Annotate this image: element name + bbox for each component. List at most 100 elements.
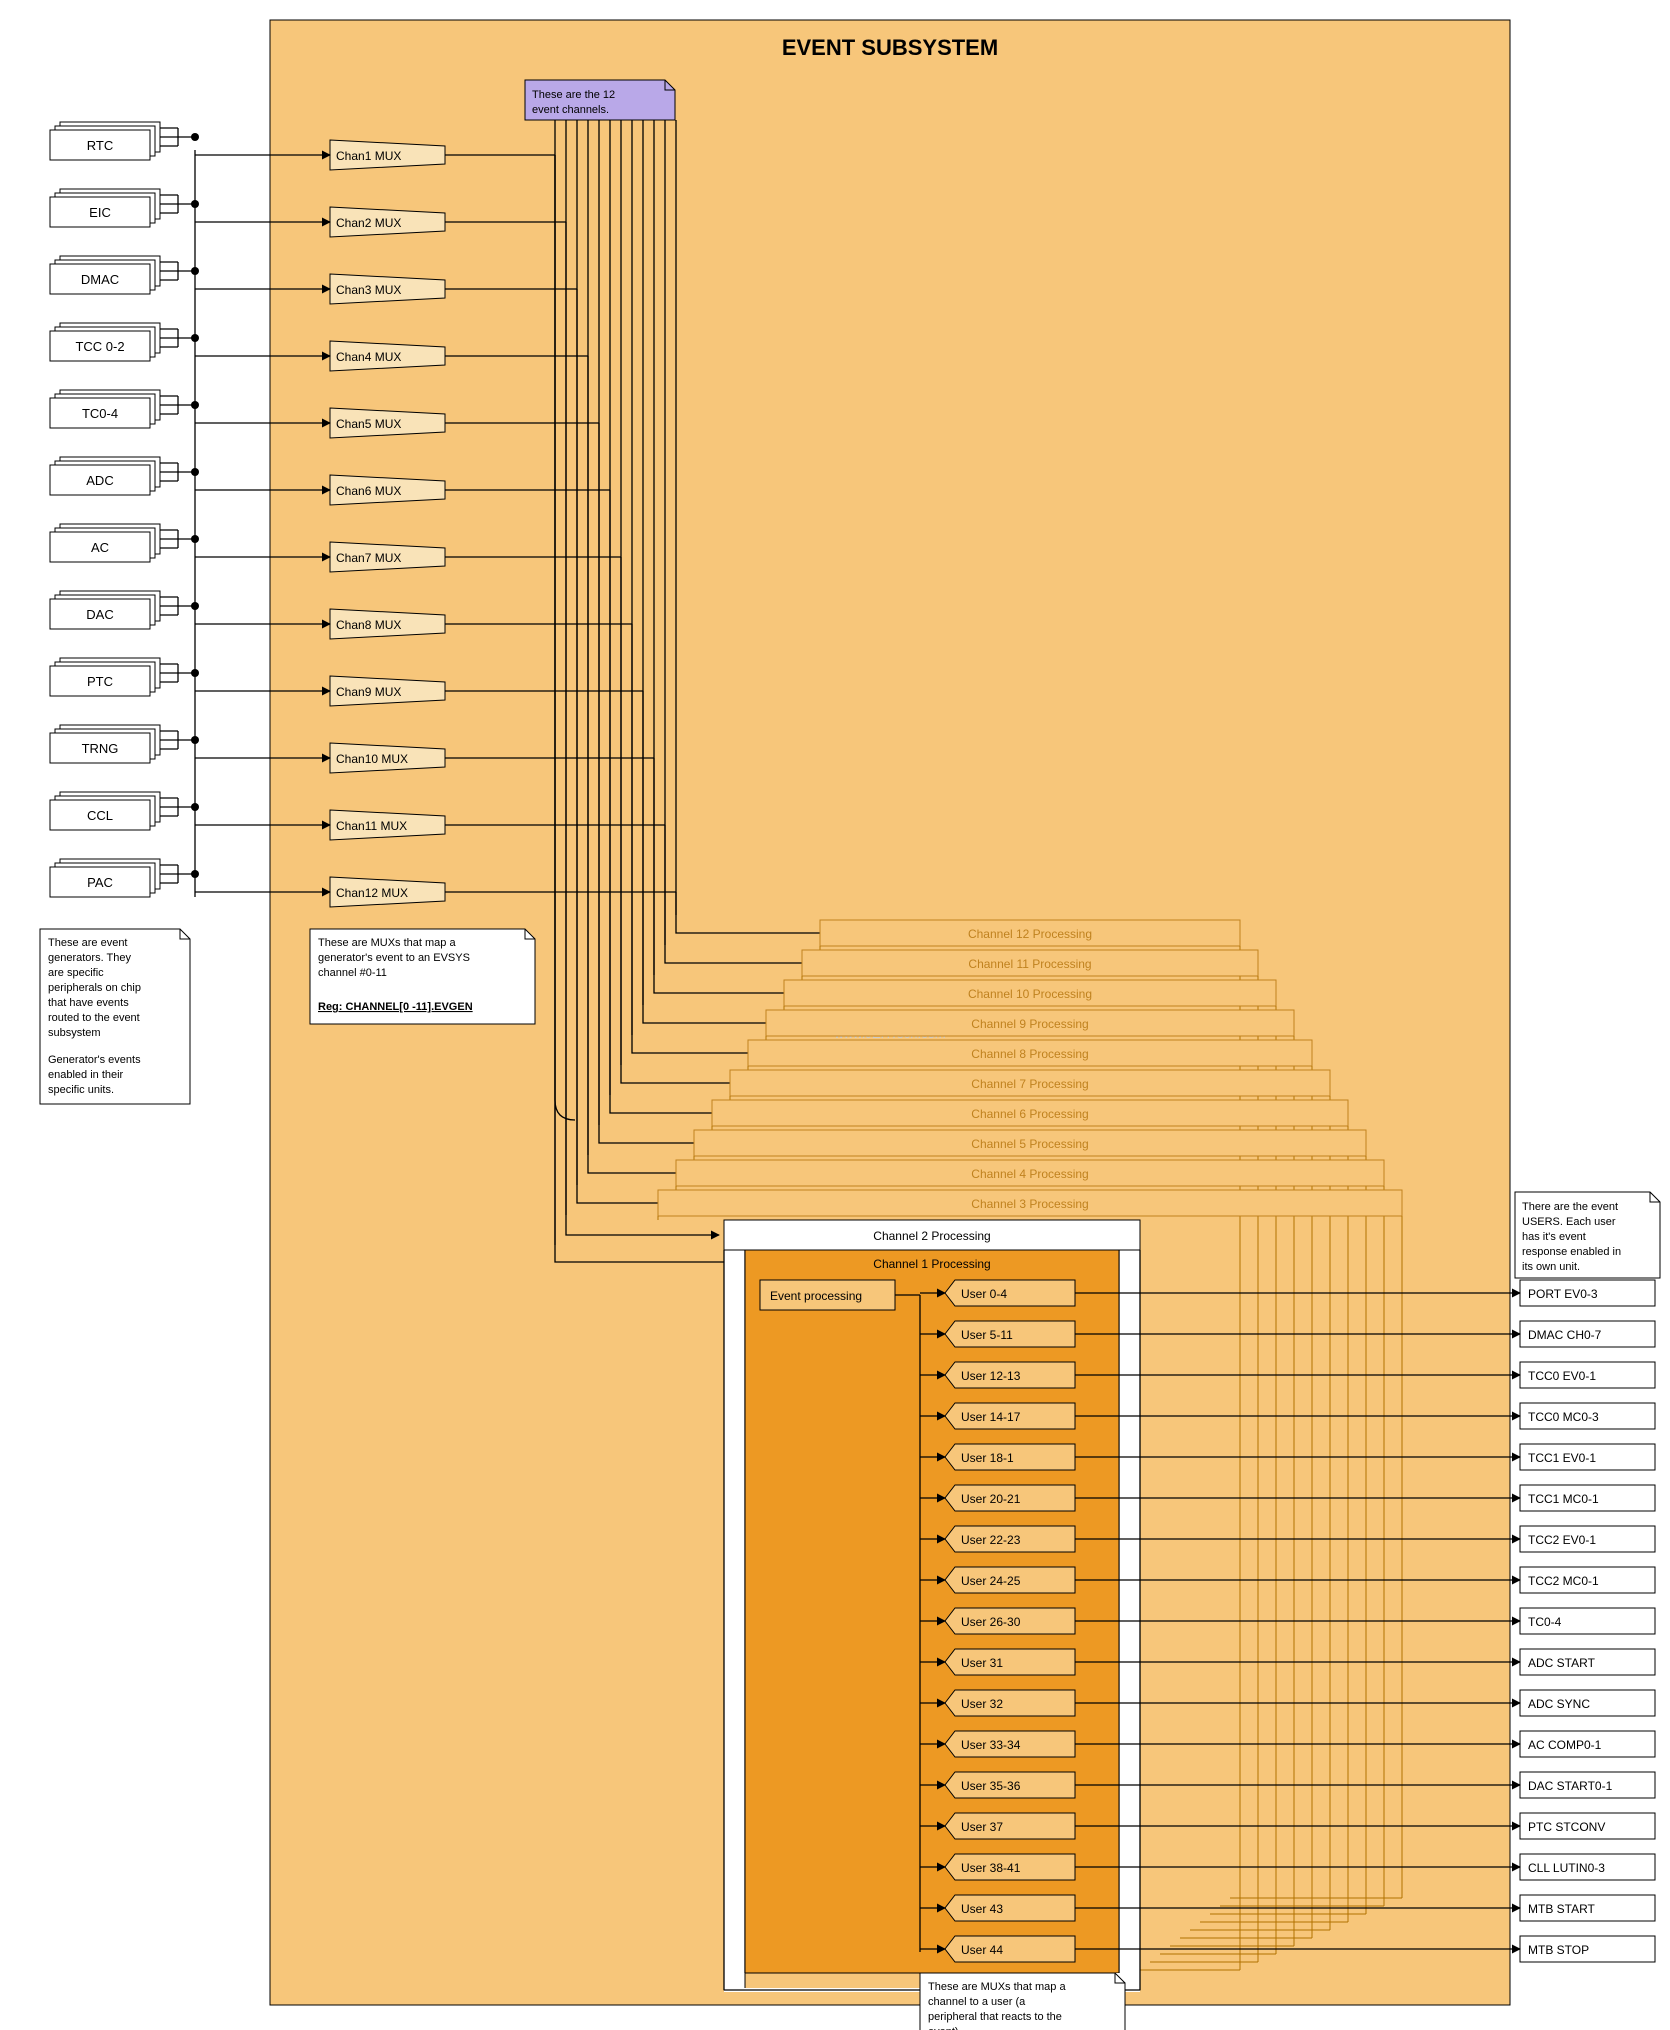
channel-processing-label: Channel 3 Processing [971,1197,1088,1211]
gen-note-l3: are specific [48,967,104,979]
generator-label: ADC [86,473,113,488]
generator-label: AC [91,540,109,555]
consumer-label: DMAC CH0-7 [1528,1328,1602,1342]
generator-label: PAC [87,875,113,890]
gen-note-l10: enabled in their [48,1069,124,1081]
mux-label: Chan4 MUX [336,350,401,364]
mux-note-l2: generator's event to an EVSYS [318,952,470,964]
usermux-note: These are MUXs that map a channel to a u… [920,1973,1125,2030]
mux-note: These are MUXs that map a generator's ev… [310,929,535,1024]
gen-note-l1: These are event [48,937,128,949]
user-label: User 31 [961,1656,1003,1670]
user-label: User 22-23 [961,1533,1021,1547]
user-label: User 43 [961,1902,1003,1916]
mux-label: Chan1 MUX [336,149,401,163]
users-note-l3: has it's event [1522,1231,1586,1243]
user-label: User 18-1 [961,1451,1014,1465]
user-label: User 35-36 [961,1779,1021,1793]
mux-label: Chan12 MUX [336,886,408,900]
gen-note-l2: generators. They [48,952,131,964]
generator-label: RTC [87,138,113,153]
mux-label: Chan2 MUX [336,216,401,230]
user-label: User 5-11 [961,1328,1013,1342]
generator-label: TRNG [82,741,119,756]
channel-processing-label: Channel 11 Processing [968,957,1091,971]
channel-processing-label: Channel 7 Processing [971,1077,1088,1091]
channel-processing-label: Channel 8 Processing [971,1047,1088,1061]
event-processing-label: Event processing [770,1289,862,1303]
consumer-label: ADC SYNC [1528,1697,1590,1711]
channels-note: These are the 12 event channels. [525,80,675,120]
user-label: User 14-17 [961,1410,1021,1424]
umux-note-l1: These are MUXs that map a [928,1981,1066,1993]
generator-label: TCC 0-2 [75,339,124,354]
user-label: User 12-13 [961,1369,1021,1383]
user-label: User 32 [961,1697,1003,1711]
user-label: User 24-25 [961,1574,1021,1588]
user-label: User 26-30 [961,1615,1021,1629]
consumer-label: MTB START [1528,1902,1596,1916]
mux-note-l1: These are MUXs that map a [318,937,456,949]
consumer-label: TCC0 MC0-3 [1528,1410,1599,1424]
mux-note-l3: channel #0-11 [318,967,387,979]
consumer-label: ADC START [1528,1656,1596,1670]
diagram-root: EVENT SUBSYSTEM www.JEHTech.com These ar… [0,0,1670,2030]
mux-label: Chan3 MUX [336,283,401,297]
user-label: User 0-4 [961,1287,1007,1301]
consumer-label: AC COMP0-1 [1528,1738,1602,1752]
mux-label: Chan11 MUX [336,819,407,833]
mux-note-reg: Reg: CHANNEL[0 -11].EVGEN [318,1001,473,1013]
mux-label: Chan10 MUX [336,752,408,766]
channel-processing-label: Channel 5 Processing [971,1137,1088,1151]
subsystem-title: EVENT SUBSYSTEM [782,35,998,60]
mux-label: Chan5 MUX [336,417,401,431]
umux-note-l4: event) [928,2026,959,2030]
consumer-label: PTC STCONV [1528,1820,1605,1834]
consumer-label: TCC2 EV0-1 [1528,1533,1596,1547]
users-note: There are the event USERS. Each user has… [1515,1192,1660,1278]
gen-note-l7: subsystem [48,1027,101,1039]
users-note-l1: There are the event [1522,1201,1618,1213]
channel-2-label: Channel 2 Processing [873,1229,990,1243]
mux-label: Chan6 MUX [336,484,401,498]
consumer-label: PORT EV0-3 [1528,1287,1598,1301]
consumer-label: TCC1 MC0-1 [1528,1492,1599,1506]
channel-processing-label: Channel 10 Processing [968,987,1092,1001]
users-note-l4: response enabled in [1522,1246,1621,1258]
consumer-label: DAC START0-1 [1528,1779,1613,1793]
mux-label: Chan9 MUX [336,685,401,699]
mux-label: Chan8 MUX [336,618,401,632]
consumer-label: TC0-4 [1528,1615,1562,1629]
gen-note-l11: specific units. [48,1084,114,1096]
channel-processing-label: Channel 4 Processing [971,1167,1088,1181]
user-label: User 20-21 [961,1492,1021,1506]
channels-note-line2: event channels. [532,104,609,116]
user-label: User 44 [961,1943,1003,1957]
gen-note-l4: peripherals on chip [48,982,141,994]
user-label: User 38-41 [961,1861,1021,1875]
channel-processing-label: Channel 9 Processing [971,1017,1088,1031]
gen-note-l6: routed to the event [48,1012,140,1024]
generator-label: EIC [89,205,111,220]
users-note-l2: USERS. Each user [1522,1216,1616,1228]
channels-note-line1: These are the 12 [532,89,615,101]
consumer-label: CLL LUTIN0-3 [1528,1861,1605,1875]
user-label: User 37 [961,1820,1003,1834]
gen-note-l9: Generator's events [48,1054,141,1066]
generator-label: DAC [86,607,113,622]
channel-1-label: Channel 1 Processing [873,1257,990,1271]
umux-note-l2: channel to a user (a [928,1996,1026,2008]
channel-processing-label: Channel 12 Processing [968,927,1092,941]
umux-note-l3: peripheral that reacts to the [928,2011,1062,2023]
consumer-label: TCC1 EV0-1 [1528,1451,1596,1465]
channel-processing-label: Channel 6 Processing [971,1107,1088,1121]
generator-label: DMAC [81,272,119,287]
mux-label: Chan7 MUX [336,551,401,565]
consumer-label: TCC0 EV0-1 [1528,1369,1596,1383]
consumer-label: MTB STOP [1528,1943,1589,1957]
generator-label: CCL [87,808,113,823]
users-note-l5: its own unit. [1522,1261,1580,1273]
gen-note-l5: that have events [48,997,129,1009]
user-label: User 33-34 [961,1738,1021,1752]
generator-label: PTC [87,674,113,689]
